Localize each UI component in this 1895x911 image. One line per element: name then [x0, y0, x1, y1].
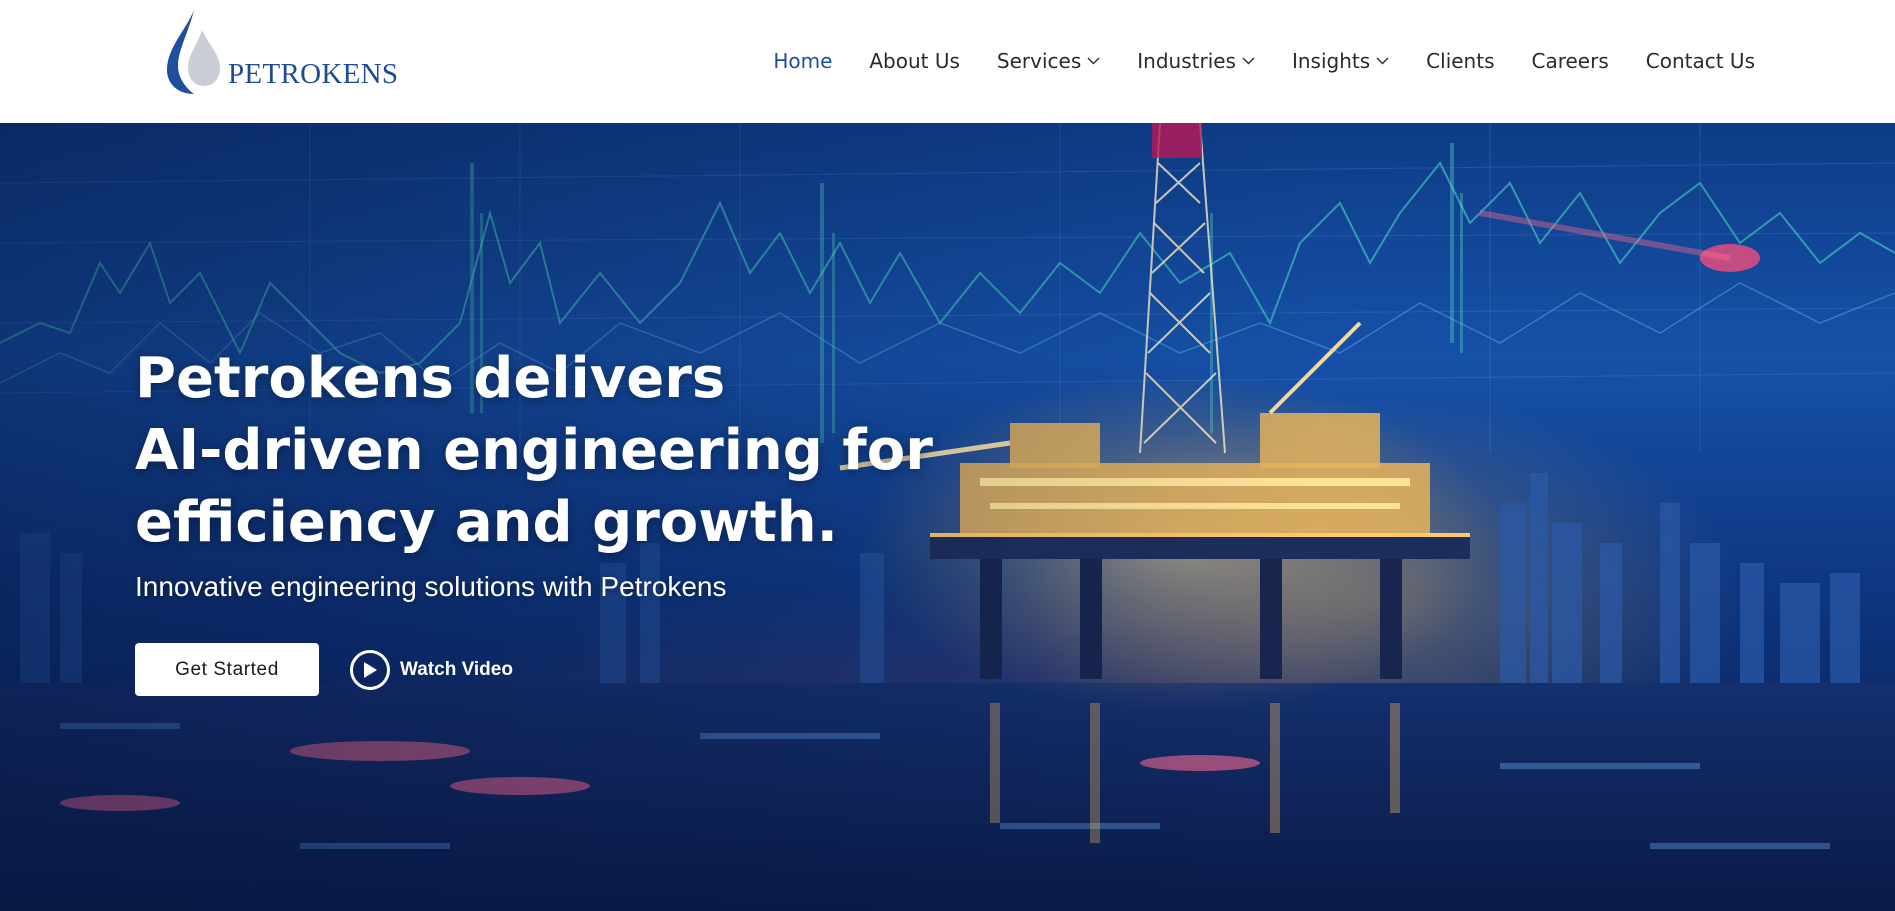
- nav-item-label: Careers: [1531, 49, 1609, 73]
- hero-title-line: AI-driven engineering for: [135, 418, 933, 483]
- hero-content: Petrokens delivers AI-driven engineering…: [135, 343, 1035, 603]
- nav-item-home[interactable]: Home: [773, 49, 832, 73]
- hero-title: Petrokens delivers AI-driven engineering…: [135, 343, 1035, 559]
- nav-item-label: Insights: [1291, 49, 1371, 73]
- nav-item-clients[interactable]: Clients: [1426, 49, 1494, 73]
- nav-item-about-us[interactable]: About Us: [869, 49, 960, 73]
- site-header: PETROKENS Home About Us Services Industr…: [0, 0, 1895, 123]
- hero-title-line: Petrokens delivers: [135, 346, 726, 411]
- chevron-down-icon: [1376, 57, 1389, 65]
- main-nav: Home About Us Services Industries Insigh…: [773, 46, 1755, 76]
- watch-video-button[interactable]: Watch Video: [350, 649, 513, 690]
- nav-item-label: Contact Us: [1645, 49, 1755, 73]
- nav-item-careers[interactable]: Careers: [1532, 49, 1609, 73]
- nav-item-label: Clients: [1426, 49, 1495, 73]
- oil-drop-logo-icon: [167, 10, 220, 94]
- nav-item-services[interactable]: Services: [997, 49, 1100, 73]
- play-circle-icon: [350, 649, 390, 690]
- nav-item-industries[interactable]: Industries: [1137, 49, 1255, 73]
- chevron-down-icon: [1242, 57, 1255, 65]
- brand-name: PETROKENS: [228, 58, 399, 90]
- hero-subtitle: Innovative engineering solutions with Pe…: [135, 571, 727, 602]
- hero-actions: Get Started Watch Video: [135, 643, 513, 696]
- watch-video-label: Watch Video: [400, 658, 513, 680]
- brand-logo[interactable]: PETROKENS: [164, 8, 404, 96]
- get-started-button[interactable]: Get Started: [135, 643, 319, 696]
- hero-title-line: efficiency and growth.: [135, 490, 838, 555]
- chevron-down-icon: [1087, 57, 1100, 65]
- nav-item-label: Services: [996, 49, 1082, 73]
- nav-item-label: About Us: [869, 49, 960, 73]
- hero-section: Petrokens delivers AI-driven engineering…: [0, 123, 1895, 911]
- nav-item-contact-us[interactable]: Contact Us: [1646, 49, 1755, 73]
- nav-item-label: Home: [773, 49, 833, 73]
- nav-item-insights[interactable]: Insights: [1292, 49, 1389, 73]
- nav-item-label: Industries: [1137, 49, 1236, 73]
